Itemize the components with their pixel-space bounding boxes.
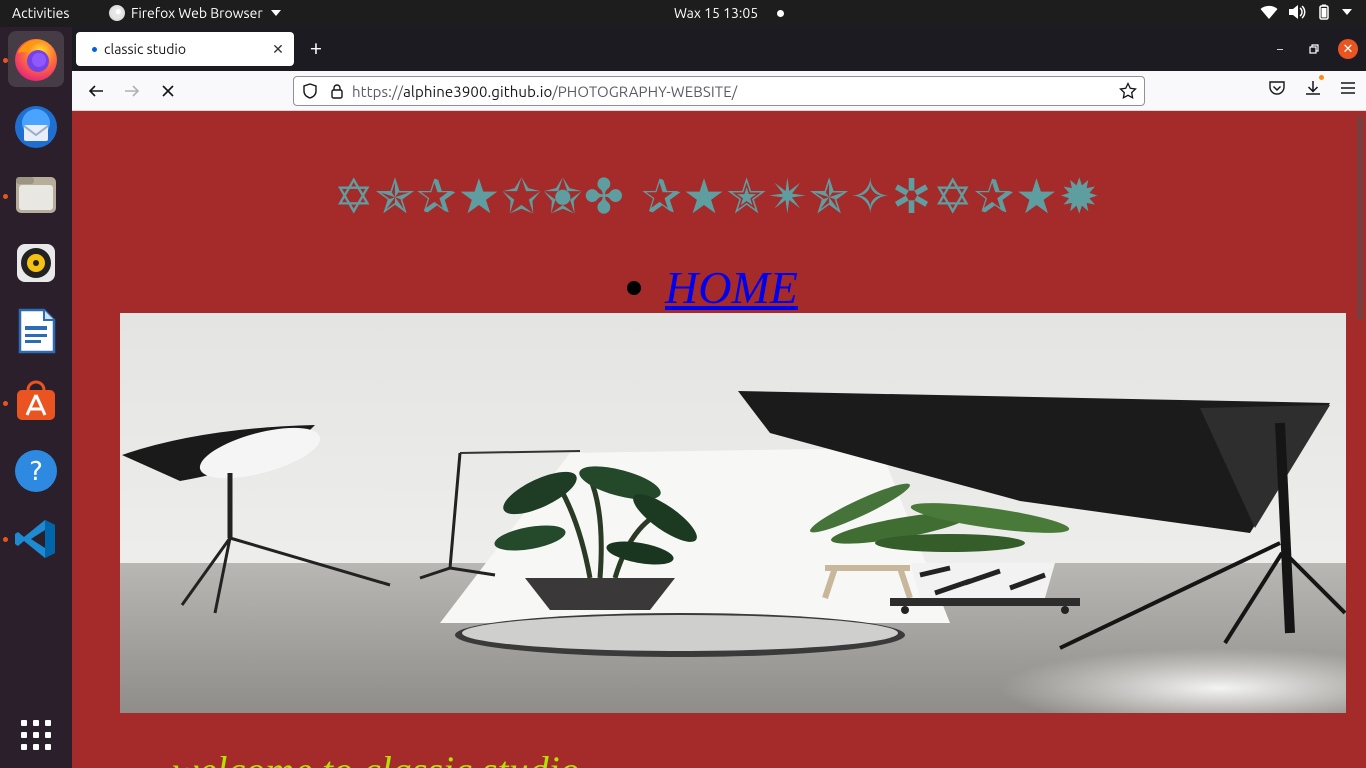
lock-icon[interactable] [330,83,344,99]
app-menu-hamburger-icon[interactable] [1340,80,1356,100]
browser-tab[interactable]: classic studio ✕ [76,32,294,66]
stop-loading-button[interactable] [156,79,180,103]
pocket-icon[interactable] [1268,79,1286,101]
software-center-icon [17,380,55,420]
dock-rhythmbox[interactable] [8,235,64,291]
tab-title: classic studio [104,41,187,57]
forward-arrow-icon [125,85,140,97]
firefox-icon [15,39,57,81]
site-nav: HOME [627,261,798,315]
scrollbar-thumb[interactable] [1357,115,1363,320]
system-top-bar: Activities Firefox Web Browser Wax 15 13… [0,0,1366,27]
vscode-icon [15,520,55,558]
download-badge [1319,75,1324,80]
volume-icon[interactable] [1288,4,1306,20]
svg-text:?: ? [29,457,43,487]
dock-vscode[interactable] [8,511,64,567]
site-title: ✡✯✰★✩✬✤ ✰★✭✴✯✧✲✡✰★✹ [333,169,1101,225]
url-path: /PHOTOGRAPHY-WEBSITE/ [552,82,738,100]
battery-icon[interactable] [1316,4,1332,20]
browser-tab-bar: classic studio ✕ + – ✕ [72,27,1366,71]
show-applications-button[interactable] [8,707,64,763]
show-applications-icon [21,720,51,750]
site-nav-item-home: HOME [627,261,798,315]
dock-files[interactable] [8,167,64,223]
new-tab-button[interactable]: + [304,37,328,61]
bookmark-star-icon[interactable] [1119,81,1137,103]
system-tray[interactable] [1260,4,1352,20]
restore-button[interactable] [1304,39,1324,59]
page-viewport[interactable]: ✡✯✰★✩✬✤ ✰★✭✴✯✧✲✡✰★✹ HOME [72,111,1366,768]
page-scrollbar[interactable] [1354,111,1366,768]
close-window-button[interactable]: ✕ [1338,39,1358,59]
downloads-icon[interactable] [1304,75,1324,101]
dock-help[interactable]: ? [8,443,64,499]
notification-dot [777,10,784,17]
tracking-protection-shield-icon[interactable] [302,83,318,99]
chevron-down-icon [270,10,281,16]
activities-button[interactable]: Activities [12,5,69,21]
window-controls: – ✕ [1270,39,1358,59]
list-bullet [627,281,641,295]
thunderbird-icon [15,106,57,148]
minimize-button[interactable]: – [1270,39,1290,59]
back-arrow-icon [88,85,103,97]
system-menu-chevron-down-icon[interactable] [1342,8,1352,16]
dock-libreoffice-writer[interactable] [8,303,64,359]
rhythmbox-icon [17,244,55,282]
stop-icon [162,85,174,97]
app-menu-label: Firefox Web Browser [131,5,263,21]
dock-thunderbird[interactable] [8,99,64,155]
tab-loading-icon [92,46,97,52]
files-icon [16,177,56,213]
tab-close-icon[interactable]: ✕ [268,41,288,58]
browser-nav-bar: https://alphine3900.github.io/PHOTOGRAPH… [72,71,1366,111]
dock: ? [0,27,72,768]
clock[interactable]: Wax 15 13:05 [674,5,758,21]
back-button[interactable] [84,79,108,103]
firefox-small-icon [109,5,125,21]
url-scheme: https:// [352,82,404,100]
home-link[interactable]: HOME [665,261,798,315]
help-icon: ? [15,450,57,492]
forward-button[interactable] [120,79,144,103]
dock-software-center[interactable] [8,373,64,429]
url-host: alphine3900.github.io [403,82,553,100]
welcome-heading: welcome to classic studio [172,749,580,768]
address-bar[interactable]: https://alphine3900.github.io/PHOTOGRAPH… [293,76,1145,106]
toolbar-right [1268,75,1356,101]
libreoffice-writer-icon [18,308,56,354]
hero-image [120,313,1346,713]
dock-firefox[interactable] [8,31,64,87]
app-menu[interactable]: Firefox Web Browser [109,5,281,21]
url-text: https://alphine3900.github.io/PHOTOGRAPH… [352,83,737,100]
wifi-icon[interactable] [1260,4,1278,20]
